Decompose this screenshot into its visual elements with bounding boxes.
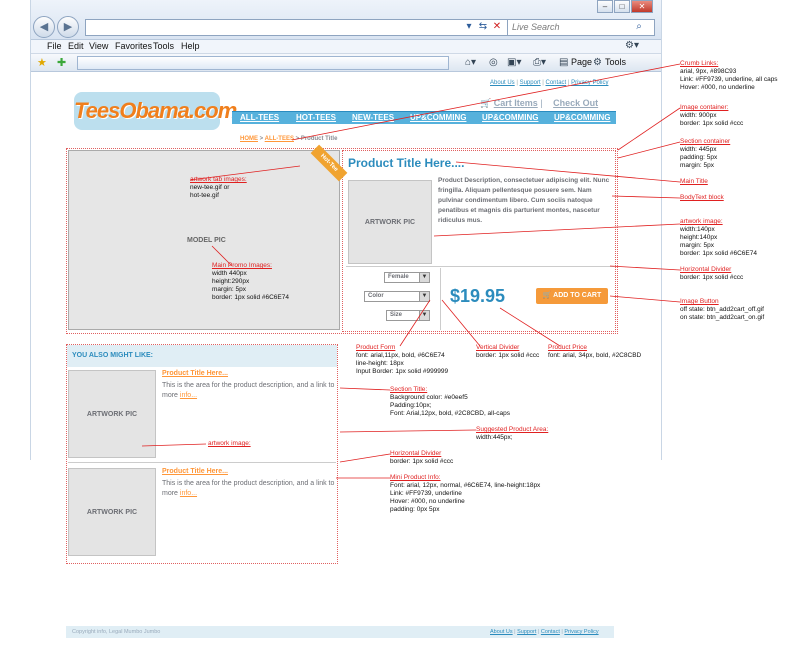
cart-area: 🛒 Cart Items | Check Out <box>480 98 599 108</box>
product-title: Product Title Here.... <box>348 156 465 170</box>
back-icon[interactable]: ◀ <box>33 16 55 38</box>
menu-view[interactable]: View <box>89 41 108 51</box>
product-artwork: ARTWORK PIC <box>348 180 432 264</box>
annotation-artwork-tab: artwork tab images: new-tee.gif or hot-t… <box>190 176 247 199</box>
annotation-product-form: Product Form font: arial,11px, bold, #6C… <box>356 344 449 375</box>
top-links: About Us | Support | Contact | Privacy P… <box>490 80 609 86</box>
browser-tab[interactable] <box>77 56 449 70</box>
annotation-product-price: Product Price font: arial, 34px, bold, #… <box>548 344 642 359</box>
footer-about-link[interactable]: About Us <box>490 629 513 635</box>
breadcrumb-all-tees[interactable]: ALL-TEES <box>265 136 294 142</box>
rss-icon[interactable]: ▣▾ <box>507 57 521 68</box>
browser-toolbar: ★ ✚ ⌂▾ ◎ ▣▾ ⎙▾ ▤ Page ⚙ Tools <box>31 54 661 72</box>
menu-edit[interactable]: Edit <box>68 41 84 51</box>
privacy-link[interactable]: Privacy Policy <box>571 80 608 86</box>
info-link-1[interactable]: info... <box>180 392 197 399</box>
suggest-artwork-2[interactable]: ARTWORK PIC <box>68 468 156 556</box>
annotation-main-promo: Main Promo Images: width 440px height:29… <box>212 262 289 301</box>
tools-icon[interactable]: ⚙ <box>593 57 602 68</box>
promo-label: MODEL PIC <box>187 237 226 244</box>
add-to-cart-button[interactable]: 🛒 ADD TO CART <box>536 288 608 304</box>
annotation-horizontal-divider-2: Horizontal Divider border: 1px solid #cc… <box>390 450 454 465</box>
site-footer: Copyright info, Legal Mumbo Jumbo About … <box>66 626 614 638</box>
chevron-down-icon: ▼ <box>419 292 429 301</box>
footer-contact-link[interactable]: Contact <box>541 629 560 635</box>
nav-all-tees[interactable]: ALL-TEES <box>240 113 279 122</box>
annotation-mini-product-info: Mini Product Info: Font: arial, 12px, no… <box>390 474 541 513</box>
search-icon[interactable]: ⌕ <box>631 19 647 36</box>
nav-upcomming-2[interactable]: UP&COMMING <box>482 113 538 122</box>
suggest-desc-1: This is the area for the product descrip… <box>162 382 335 399</box>
contact-link[interactable]: Contact <box>546 80 567 86</box>
suggest-artwork-1[interactable]: ARTWORK PIC <box>68 370 156 458</box>
close-icon[interactable]: ✕ <box>631 0 653 13</box>
page-icon[interactable]: ▤ <box>559 57 568 68</box>
chevron-down-icon: ▼ <box>419 273 429 282</box>
address-bar[interactable] <box>85 19 515 36</box>
annotation-bodytext: BodyText block <box>680 194 724 201</box>
cart-items-link[interactable]: Cart Items <box>494 98 538 108</box>
suggest-title-1[interactable]: Product Title Here... <box>162 370 228 377</box>
product-description: Product Description, consectetuer adipis… <box>438 177 610 224</box>
feeds-icon[interactable]: ◎ <box>489 57 498 68</box>
annotation-suggested-area: Suggested Product Area: width:445px; <box>476 426 549 441</box>
site-logo[interactable]: TeesObama.com <box>74 92 237 130</box>
menu-bar: File Edit View Favorites Tools Help ⚙▾ <box>31 40 661 54</box>
info-link-2[interactable]: info... <box>180 490 197 497</box>
vertical-divider <box>440 268 441 330</box>
annotation-artwork-image-2: artwork image: <box>208 440 251 447</box>
main-nav: ALL-TEES HOT-TEES NEW-TEES UP&COMMING UP… <box>232 111 616 124</box>
copyright-text: Copyright info, Legal Mumbo Jumbo <box>72 629 161 635</box>
menu-file[interactable]: File <box>47 41 62 51</box>
tools-menu[interactable]: Tools <box>605 57 626 67</box>
suggest-title-2[interactable]: Product Title Here... <box>162 468 228 475</box>
checkout-link[interactable]: Check Out <box>553 98 598 108</box>
minimize-icon[interactable]: – <box>597 0 613 13</box>
favorites-star-icon[interactable]: ★ <box>37 56 47 69</box>
annotation-section-container: Section container width: 445px padding: … <box>680 138 731 169</box>
annotation-image-container: Image container: width: 900px border: 1p… <box>680 104 744 127</box>
forward-icon[interactable]: ▶ <box>57 16 79 38</box>
toolbar-settings-icon[interactable]: ⚙▾ <box>625 40 639 51</box>
add-favorite-icon[interactable]: ✚ <box>57 56 66 69</box>
cart-plus-icon: 🛒 <box>542 292 552 299</box>
annotation-horizontal-divider: Horizontal Divider border: 1px solid #cc… <box>680 266 744 281</box>
nav-new-tees[interactable]: NEW-TEES <box>352 113 394 122</box>
browser-titlebar: – □ ✕ ◀ ▶ ▾ ⇆ ✕ Live Search ⌕ <box>31 0 661 40</box>
maximize-icon[interactable]: □ <box>614 0 630 13</box>
print-icon[interactable]: ⎙▾ <box>533 57 546 68</box>
menu-favorites[interactable]: Favorites <box>115 41 152 51</box>
gender-select[interactable]: Female ▼ <box>384 272 430 283</box>
cart-icon[interactable]: 🛒 <box>480 98 491 108</box>
stop-icon[interactable]: ✕ <box>489 19 505 36</box>
color-select[interactable]: Color ▼ <box>364 291 430 302</box>
product-price: $19.95 <box>450 286 506 306</box>
nav-upcomming-1[interactable]: UP&COMMING <box>410 113 466 122</box>
chevron-down-icon: ▼ <box>419 311 429 320</box>
annotation-main-title: Main Title <box>680 178 708 185</box>
breadcrumb-home[interactable]: HOME <box>240 136 258 142</box>
footer-support-link[interactable]: Support <box>517 629 536 635</box>
annotation-section-title: Section Title: Background color: #e0eef5… <box>390 386 510 417</box>
annotation-crumb-links: Crumb Links: arial, 9px, #898C93 Link: #… <box>680 60 778 91</box>
menu-help[interactable]: Help <box>181 41 200 51</box>
footer-privacy-link[interactable]: Privacy Policy <box>564 629 598 635</box>
menu-tools[interactable]: Tools <box>153 41 174 51</box>
home-icon[interactable]: ⌂▾ <box>465 57 476 68</box>
nav-hot-tees[interactable]: HOT-TEES <box>296 113 336 122</box>
section-title: YOU ALSO MIGHT LIKE: <box>67 345 337 367</box>
about-link[interactable]: About Us <box>490 80 515 86</box>
size-select[interactable]: Size ▼ <box>386 310 430 321</box>
suggest-desc-2: This is the area for the product descrip… <box>162 480 335 497</box>
annotation-vertical-divider: Vertical Divider border: 1px solid #ccc <box>476 344 540 359</box>
annotation-artwork-image: artwork image: width:140px height:140px … <box>680 218 757 257</box>
horizontal-divider <box>346 266 614 267</box>
breadcrumb: HOME > ALL-TEES > Product Title <box>240 136 338 142</box>
suggest-divider <box>68 462 336 463</box>
breadcrumb-current: Product Title <box>300 136 338 142</box>
support-link[interactable]: Support <box>520 80 541 86</box>
page-menu[interactable]: Page <box>571 57 592 67</box>
annotation-image-button: Image Button off state: btn_add2cart_off… <box>680 298 765 321</box>
nav-upcomming-3[interactable]: UP&COMMING <box>554 113 610 122</box>
